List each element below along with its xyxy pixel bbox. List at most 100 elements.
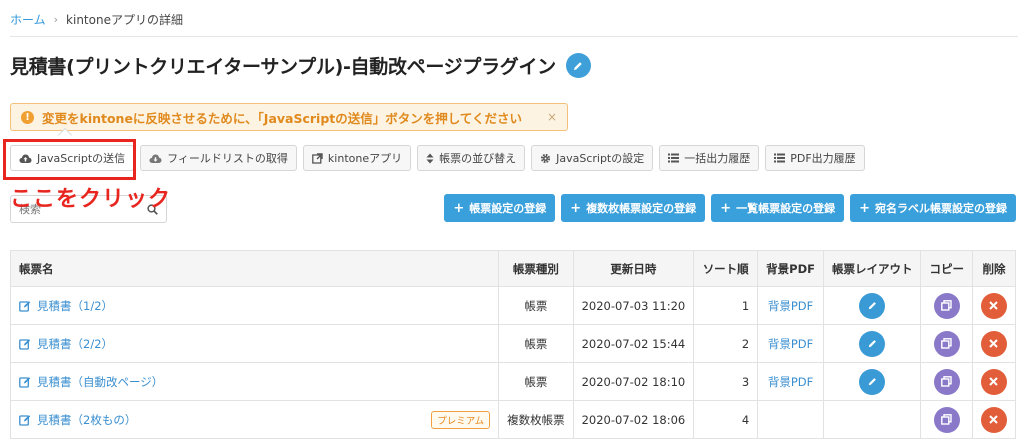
- copy-button[interactable]: [933, 292, 960, 319]
- table-row: 見積書（自動改ページ） 帳票 2020-07-02 18:10 3 背景PDF: [9, 362, 1017, 401]
- register-list-form-settings-label: 一覧帳票設定の登録: [736, 202, 836, 215]
- sort-forms-button[interactable]: 帳票の並び替え: [417, 145, 526, 171]
- form-name-cell: 見積書（自動改ページ）: [9, 362, 500, 401]
- layout-cell: [822, 324, 922, 363]
- edit-layout-button[interactable]: [859, 292, 886, 319]
- form-name-link[interactable]: 見積書（1/2）: [37, 298, 113, 314]
- premium-badge: プレミアム: [431, 410, 491, 429]
- layout-cell: [822, 362, 922, 401]
- bg-pdf-link[interactable]: 背景PDF: [768, 375, 813, 389]
- edit-icon[interactable]: [19, 300, 31, 312]
- sort-forms-label: 帳票の並び替え: [439, 152, 517, 165]
- column-header-copy: コピー: [920, 250, 973, 287]
- form-type-cell: 帳票: [498, 362, 574, 401]
- pdf-history-label: PDF出力履歴: [790, 152, 856, 165]
- form-name-link[interactable]: 見積書（2枚もの）: [37, 412, 136, 428]
- copy-icon: [941, 414, 952, 425]
- column-header-updated: 更新日時: [572, 250, 695, 287]
- breadcrumb-home-link[interactable]: ホーム: [10, 11, 46, 28]
- register-buttons: + 帳票設定の登録 + 複数枚帳票設定の登録 + 一覧帳票設定の登録 + 宛名ラベル帳票…: [444, 194, 1016, 222]
- copy-icon: [941, 338, 952, 349]
- pencil-icon: [868, 378, 876, 386]
- copy-icon: [941, 376, 952, 387]
- column-header-layout: 帳票レイアウト: [822, 250, 922, 287]
- delete-cell: [971, 286, 1017, 325]
- edit-layout-button[interactable]: [859, 368, 886, 395]
- highlight-box: [3, 139, 136, 180]
- sort-order-cell: 2: [693, 324, 759, 363]
- batch-history-button[interactable]: 一括出力履歴: [659, 145, 760, 171]
- breadcrumb: ホーム › kintoneアプリの詳細: [10, 11, 183, 28]
- layout-cell: [822, 286, 922, 325]
- copy-button[interactable]: [933, 406, 960, 433]
- bg-pdf-cell: 背景PDF: [757, 362, 824, 401]
- updated-cell: 2020-07-02 18:10: [572, 362, 695, 401]
- form-type-cell: 帳票: [498, 324, 574, 363]
- form-type-cell: 帳票: [498, 286, 574, 325]
- form-name-link[interactable]: 見積書（自動改ページ）: [37, 374, 163, 390]
- bg-pdf-cell: 背景PDF: [757, 324, 824, 363]
- external-link-icon: [312, 152, 323, 164]
- page-title: 見積書(プリントクリエイターサンプル)-自動改ページプラグイン: [10, 56, 556, 78]
- delete-button[interactable]: [980, 292, 1007, 319]
- exclamation-icon: !: [21, 110, 34, 124]
- bg-pdf-link[interactable]: 背景PDF: [768, 299, 813, 313]
- close-icon: [989, 377, 999, 386]
- plus-icon: +: [453, 200, 465, 216]
- edit-title-button[interactable]: [565, 53, 591, 78]
- copy-button[interactable]: [933, 368, 960, 395]
- breadcrumb-divider: [10, 36, 1018, 37]
- form-name-link[interactable]: 見積書（2/2）: [37, 336, 113, 352]
- form-name-cell: 見積書（1/2）: [9, 286, 500, 325]
- form-type-cell: 複数枚帳票: [498, 400, 574, 439]
- get-field-list-button[interactable]: フィールドリストの取得: [140, 145, 297, 171]
- delete-cell: [971, 400, 1017, 439]
- kintone-app-button[interactable]: kintoneアプリ: [302, 145, 412, 171]
- layout-cell: [822, 400, 922, 439]
- edit-icon[interactable]: [19, 376, 31, 388]
- close-icon: [989, 339, 999, 348]
- cloud-download-icon: [149, 154, 162, 163]
- delete-button[interactable]: [980, 330, 1007, 357]
- column-header-delete: 削除: [971, 250, 1017, 287]
- page-title-row: 見積書(プリントクリエイターサンプル)-自動改ページプラグイン: [10, 52, 591, 79]
- register-label-form-settings-label: 宛名ラベル帳票設定の登録: [875, 202, 1007, 215]
- copy-cell: [920, 400, 973, 439]
- bg-pdf-cell: 背景PDF: [757, 286, 824, 325]
- register-multi-form-settings-button[interactable]: + 複数枚帳票設定の登録: [561, 194, 706, 222]
- updated-cell: 2020-07-02 15:44: [572, 324, 695, 363]
- delete-cell: [971, 362, 1017, 401]
- kintone-app-label: kintoneアプリ: [327, 152, 403, 165]
- copy-cell: [920, 362, 973, 401]
- javascript-settings-label: JavaScriptの設定: [556, 152, 645, 165]
- warning-alert: ! 変更をkintoneに反映させるために、「JavaScriptの送信」ボタン…: [10, 103, 568, 131]
- gear-icon: [541, 153, 551, 163]
- delete-button[interactable]: [980, 406, 1007, 433]
- alert-text: 変更をkintoneに反映させるために、「JavaScriptの送信」ボタンを押…: [42, 110, 523, 126]
- breadcrumb-separator: ›: [53, 13, 59, 26]
- copy-button[interactable]: [933, 330, 960, 357]
- edit-icon[interactable]: [19, 338, 31, 350]
- delete-button[interactable]: [980, 368, 1007, 395]
- table-row: 見積書（2/2） 帳票 2020-07-02 15:44 2 背景PDF: [9, 324, 1017, 363]
- pencil-icon: [868, 302, 876, 310]
- bg-pdf-link[interactable]: 背景PDF: [768, 337, 813, 351]
- table-row: 見積書（1/2） 帳票 2020-07-03 11:20 1 背景PDF: [9, 286, 1017, 325]
- batch-history-label: 一括出力履歴: [684, 152, 751, 165]
- register-label-form-settings-button[interactable]: + 宛名ラベル帳票設定の登録: [850, 194, 1016, 222]
- updated-cell: 2020-07-02 18:06: [572, 400, 695, 439]
- plus-icon: +: [720, 200, 732, 216]
- pencil-icon: [868, 340, 876, 348]
- bg-pdf-cell: [757, 400, 824, 439]
- forms-table: 帳票名 帳票種別 更新日時 ソート順 背景PDF 帳票レイアウト コピー 削除 …: [9, 250, 1017, 439]
- register-form-settings-button[interactable]: + 帳票設定の登録: [444, 194, 556, 222]
- list-icon: [774, 153, 786, 163]
- register-multi-form-settings-label: 複数枚帳票設定の登録: [586, 202, 697, 215]
- get-field-list-label: フィールドリストの取得: [167, 152, 288, 165]
- register-list-form-settings-button[interactable]: + 一覧帳票設定の登録: [711, 194, 845, 222]
- edit-layout-button[interactable]: [859, 330, 886, 357]
- edit-icon[interactable]: [19, 414, 31, 426]
- pdf-history-button[interactable]: PDF出力履歴: [765, 145, 865, 171]
- javascript-settings-button[interactable]: JavaScriptの設定: [531, 145, 654, 171]
- alert-close-icon[interactable]: ×: [547, 110, 557, 124]
